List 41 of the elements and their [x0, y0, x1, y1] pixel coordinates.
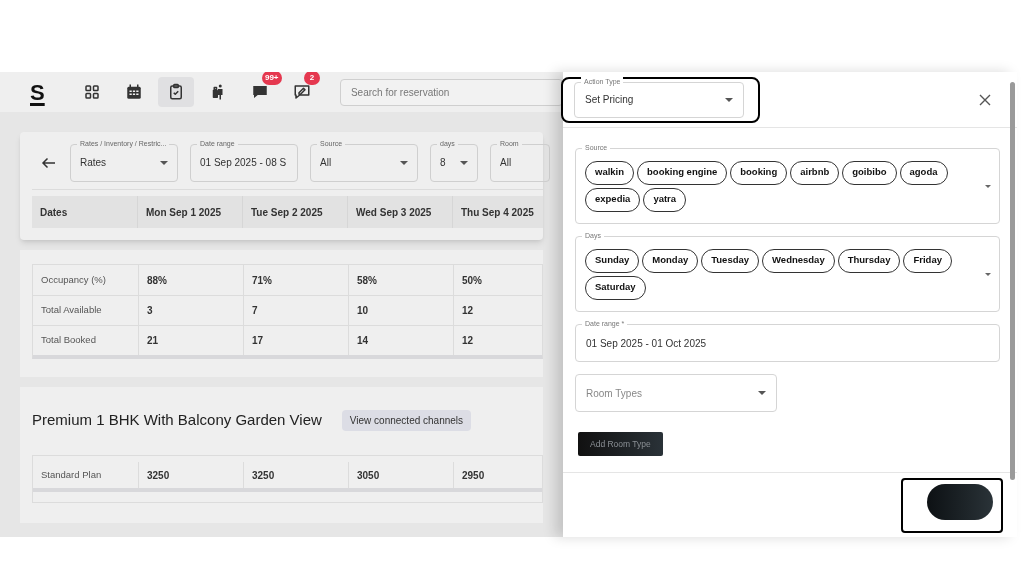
table-cell: 58%: [348, 265, 453, 295]
table-cell: 7: [243, 296, 348, 325]
column-header: Mon Sep 1 2025: [137, 196, 242, 228]
table-cell: 14: [348, 326, 453, 355]
column-header: Tue Sep 2 2025: [242, 196, 347, 228]
scrollbar-thumb[interactable]: [1010, 82, 1015, 480]
table-cell: 12: [453, 326, 558, 355]
column-header: Wed Sep 3 2025: [347, 196, 452, 228]
table-cell: 21: [138, 326, 243, 355]
table-cell: 2950: [453, 462, 558, 488]
table-cell: 3050: [348, 462, 453, 488]
row-label: Total Available: [40, 303, 103, 318]
view-channels-button[interactable]: View connected channels: [341, 409, 472, 431]
add-room-type-button[interactable]: Add Room Type: [578, 432, 663, 456]
notification-badge: 99+: [261, 72, 282, 85]
table-cell: 17: [243, 326, 348, 355]
column-header: Thu Sep 4 2025: [452, 196, 557, 228]
table-cell: 71%: [243, 265, 348, 295]
submit-button[interactable]: [927, 483, 993, 520]
column-header: Dates: [39, 205, 69, 220]
table-cell: 88%: [138, 265, 243, 295]
chat-edit-icon: [292, 83, 311, 101]
grid-icon: [82, 83, 101, 101]
table-cell: 12: [453, 296, 558, 325]
table-cell: 3250: [138, 462, 243, 488]
calendar-icon: [124, 83, 143, 101]
nav-button[interactable]: [157, 77, 194, 107]
table-cell: 3250: [243, 462, 348, 488]
room-title: Premium 1 BHK With Balcony Garden View: [32, 409, 322, 430]
table-cell: 10: [348, 296, 453, 325]
table-cell: 50%: [453, 265, 558, 295]
search-field[interactable]: Search for reservation: [339, 78, 563, 106]
chat-icon: [250, 83, 269, 101]
notification-badge: 2: [303, 72, 320, 85]
table-cell: 3: [138, 296, 243, 325]
row-label: Standard Plan: [40, 467, 103, 482]
row-label: Total Booked: [40, 333, 97, 348]
close-icon[interactable]: [979, 93, 991, 106]
select-field[interactable]: Room Types: [575, 374, 777, 412]
row-label: Occupancy (%): [40, 272, 107, 287]
logo: S: [30, 78, 46, 107]
